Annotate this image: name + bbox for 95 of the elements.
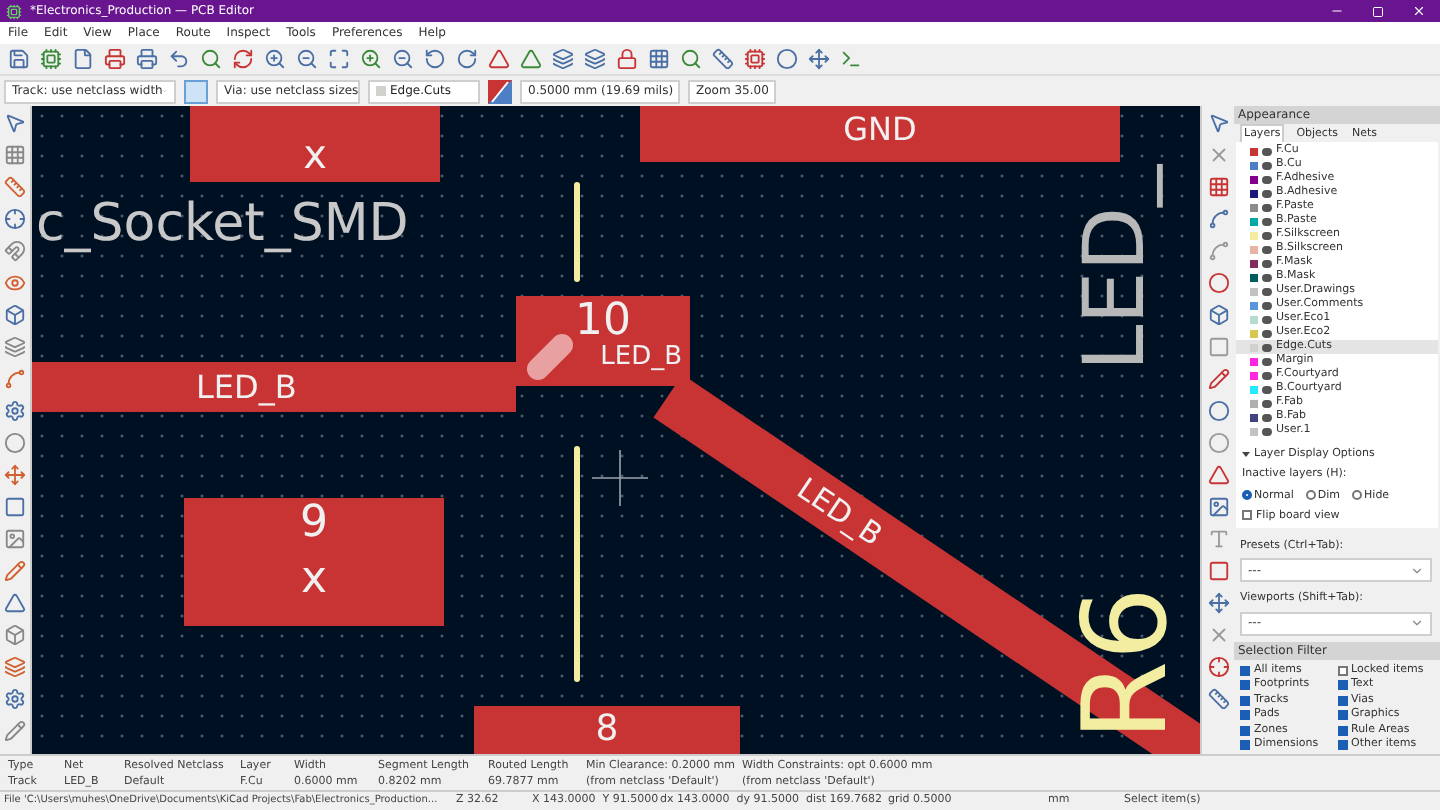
toolbar-icon[interactable] bbox=[1207, 112, 1229, 134]
toolbar-icon[interactable] bbox=[488, 48, 510, 70]
toolbar-icon[interactable] bbox=[776, 48, 798, 70]
footprint-text: c_Socket_SMD bbox=[36, 198, 409, 250]
toolbar-icon[interactable] bbox=[1207, 624, 1229, 646]
toolbar-icon[interactable] bbox=[1207, 432, 1229, 454]
toolbar-icon[interactable] bbox=[264, 48, 286, 70]
toolbar-icon[interactable] bbox=[1207, 400, 1229, 422]
toolbar-icon[interactable] bbox=[1207, 176, 1229, 198]
toolbar-icon[interactable] bbox=[328, 48, 350, 70]
pad[interactable]: 10 LED_B bbox=[516, 296, 690, 386]
toolbar-icon[interactable] bbox=[4, 560, 26, 582]
toolbar-icon[interactable] bbox=[4, 528, 26, 550]
toolbar-icon[interactable] bbox=[8, 48, 30, 70]
crosshair-icon bbox=[592, 450, 648, 506]
toolbar-icon[interactable] bbox=[360, 48, 382, 70]
caret-icon bbox=[1242, 450, 1250, 459]
toolbar-icon[interactable] bbox=[840, 48, 862, 70]
net-label: LED_B bbox=[196, 365, 297, 410]
pad-number: 8 bbox=[595, 712, 619, 748]
layer-pair-icon[interactable] bbox=[488, 79, 512, 103]
toolbar-icon[interactable] bbox=[4, 144, 26, 166]
toolbar-icon[interactable] bbox=[392, 48, 414, 70]
toolbar-icon[interactable] bbox=[4, 496, 26, 518]
toolbar-icon[interactable] bbox=[1207, 464, 1229, 486]
caret-icon bbox=[1410, 563, 1424, 578]
pad[interactable]: 9 x bbox=[184, 498, 444, 626]
toolbar-icon[interactable] bbox=[1207, 240, 1229, 262]
maximize-icon[interactable] bbox=[1372, 5, 1384, 17]
toolbar-icon[interactable] bbox=[296, 48, 318, 70]
silkscreen-line bbox=[574, 182, 580, 282]
toolbar-icon[interactable] bbox=[1207, 528, 1229, 550]
toolbar-icon[interactable] bbox=[4, 656, 26, 678]
toolbar-icon[interactable] bbox=[200, 48, 222, 70]
toolbar-icon[interactable] bbox=[1207, 144, 1229, 166]
toolbar-icon[interactable] bbox=[1207, 560, 1229, 582]
toolbar-icon[interactable] bbox=[584, 48, 606, 70]
toolbar-icon[interactable] bbox=[1207, 496, 1229, 518]
pad-number: x bbox=[303, 134, 327, 174]
toolbar-icon[interactable] bbox=[424, 48, 446, 70]
pad-number: GND bbox=[843, 114, 917, 146]
toolbar-icon[interactable] bbox=[456, 48, 478, 70]
toolbar-icon[interactable] bbox=[4, 240, 26, 262]
pad-label: x bbox=[300, 558, 328, 602]
toolbar-icon[interactable] bbox=[808, 48, 830, 70]
toolbar-icon[interactable] bbox=[72, 48, 94, 70]
minimize-icon[interactable] bbox=[1330, 4, 1344, 18]
toolbar-icon[interactable] bbox=[1207, 336, 1229, 358]
toolbar-icon[interactable] bbox=[4, 624, 26, 646]
track[interactable]: LED_B bbox=[32, 362, 516, 412]
toolbar-icon[interactable] bbox=[648, 48, 670, 70]
toolbar-icon[interactable] bbox=[232, 48, 254, 70]
toolbar-icon[interactable] bbox=[4, 464, 26, 486]
toolbar-icon[interactable] bbox=[40, 48, 62, 70]
toolbar-icon[interactable] bbox=[1207, 208, 1229, 230]
toolbar-icon[interactable] bbox=[4, 592, 26, 614]
toolbar-icon[interactable] bbox=[1207, 656, 1229, 678]
reference-text: R6 bbox=[1067, 586, 1184, 742]
toolbar-icon[interactable] bbox=[168, 48, 190, 70]
toolbar-icon[interactable] bbox=[680, 48, 702, 70]
app-icon bbox=[6, 3, 22, 19]
toolbar-icon[interactable] bbox=[4, 688, 26, 710]
toolbar-icon[interactable] bbox=[1207, 592, 1229, 614]
pad-number: 10 bbox=[575, 300, 631, 344]
toolbar-icon[interactable] bbox=[136, 48, 158, 70]
caret-icon bbox=[1410, 616, 1424, 630]
pad[interactable]: 8 bbox=[474, 706, 740, 754]
toolbar-icon[interactable] bbox=[1207, 368, 1229, 390]
pad[interactable]: GND bbox=[640, 106, 1120, 162]
reference-text: LED_ bbox=[1073, 164, 1158, 372]
toolbar-icon[interactable] bbox=[1207, 304, 1229, 326]
net-label: LED_B bbox=[600, 344, 682, 370]
toolbar-icon[interactable] bbox=[4, 112, 26, 134]
toolbar-icon[interactable] bbox=[4, 176, 26, 198]
toolbar-icon[interactable] bbox=[520, 48, 542, 70]
toolbar-icon[interactable] bbox=[744, 48, 766, 70]
toolbar-icon[interactable] bbox=[616, 48, 638, 70]
toolbar-icon[interactable] bbox=[4, 432, 26, 454]
toolbar-icon[interactable] bbox=[4, 304, 26, 326]
toolbar-icon[interactable] bbox=[104, 48, 126, 70]
toolbar-icon[interactable] bbox=[4, 368, 26, 390]
toolbar-icon[interactable] bbox=[1207, 688, 1229, 710]
pad[interactable]: x bbox=[190, 106, 440, 182]
toolbar-icon[interactable] bbox=[4, 208, 26, 230]
toolbar-icon[interactable] bbox=[4, 336, 26, 358]
auto-width-button[interactable] bbox=[184, 79, 208, 103]
toolbar-icon[interactable] bbox=[4, 400, 26, 422]
layer-swatch bbox=[376, 86, 386, 96]
pad-number: 9 bbox=[300, 502, 328, 546]
toolbar-icon[interactable] bbox=[4, 272, 26, 294]
toolbar-icon[interactable] bbox=[552, 48, 574, 70]
toolbar-icon[interactable] bbox=[1207, 272, 1229, 294]
toolbar-icon[interactable] bbox=[712, 48, 734, 70]
close-icon[interactable] bbox=[1412, 4, 1426, 18]
toolbar-icon[interactable] bbox=[4, 720, 26, 742]
